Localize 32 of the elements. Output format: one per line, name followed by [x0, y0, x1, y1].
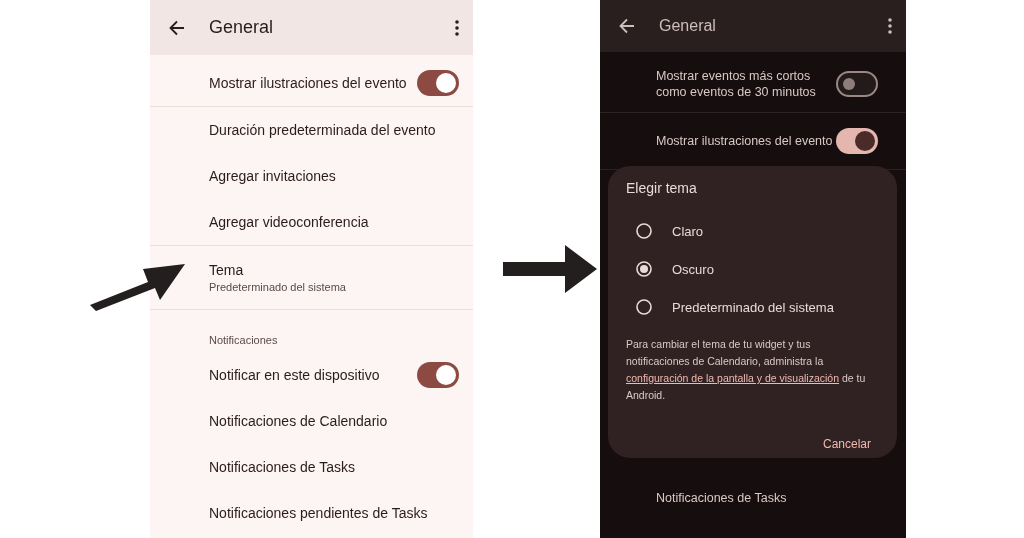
radio-option[interactable]: Claro — [626, 212, 871, 250]
radio-button[interactable] — [636, 299, 652, 315]
screen-title: General — [659, 17, 717, 35]
back-arrow-icon[interactable] — [618, 17, 636, 35]
radio-option[interactable]: Oscuro — [626, 250, 871, 288]
dialog-message: Para cambiar el tema de tu widget y tus notificaciones de Calendario, administra la configuración de la pantalla y de visualización de tu Android. — [626, 337, 867, 403]
setting-value: Predeterminado del sistema — [209, 281, 346, 293]
setting-item[interactable]: Agregar invitaciones — [209, 168, 459, 184]
radio-button[interactable] — [636, 223, 652, 239]
setting-label: Mostrar ilustraciones del evento — [656, 133, 834, 149]
radio-option[interactable]: Predeterminado del sistema — [626, 288, 871, 326]
setting-label: Mostrar eventos más cortos como eventos de 30 minutos — [656, 68, 817, 100]
setting-item[interactable]: Duración predeterminada del evento — [209, 122, 459, 138]
setting-item[interactable]: Notificaciones de Tasks — [209, 459, 459, 475]
toggle-switch[interactable] — [417, 70, 459, 96]
toggle-switch[interactable] — [836, 71, 878, 97]
setting-item[interactable]: Agregar videoconferencia — [209, 214, 459, 230]
cancel-button[interactable]: Cancelar — [822, 432, 871, 455]
section-header: Notificaciones — [209, 334, 278, 346]
screen-title: General — [209, 17, 275, 38]
setting-item[interactable]: Notificaciones de Tasks — [656, 490, 836, 506]
setting-item[interactable]: Notificaciones de Calendario — [209, 413, 459, 429]
display-settings-link[interactable]: configuración de la pantalla y de visualización — [626, 372, 840, 384]
setting-label: Notificar en este dispositivo — [209, 367, 381, 383]
toggle-switch[interactable] — [417, 362, 459, 388]
back-arrow-icon[interactable] — [168, 18, 186, 37]
setting-label: Mostrar ilustraciones del evento — [209, 75, 408, 91]
dialog-title: Elegir tema — [626, 180, 698, 196]
radio-button[interactable] — [636, 261, 652, 277]
setting-item[interactable]: Tema — [209, 262, 346, 278]
toggle-switch[interactable] — [836, 128, 878, 154]
setting-item[interactable]: Notificaciones pendientes de Tasks — [209, 505, 459, 521]
